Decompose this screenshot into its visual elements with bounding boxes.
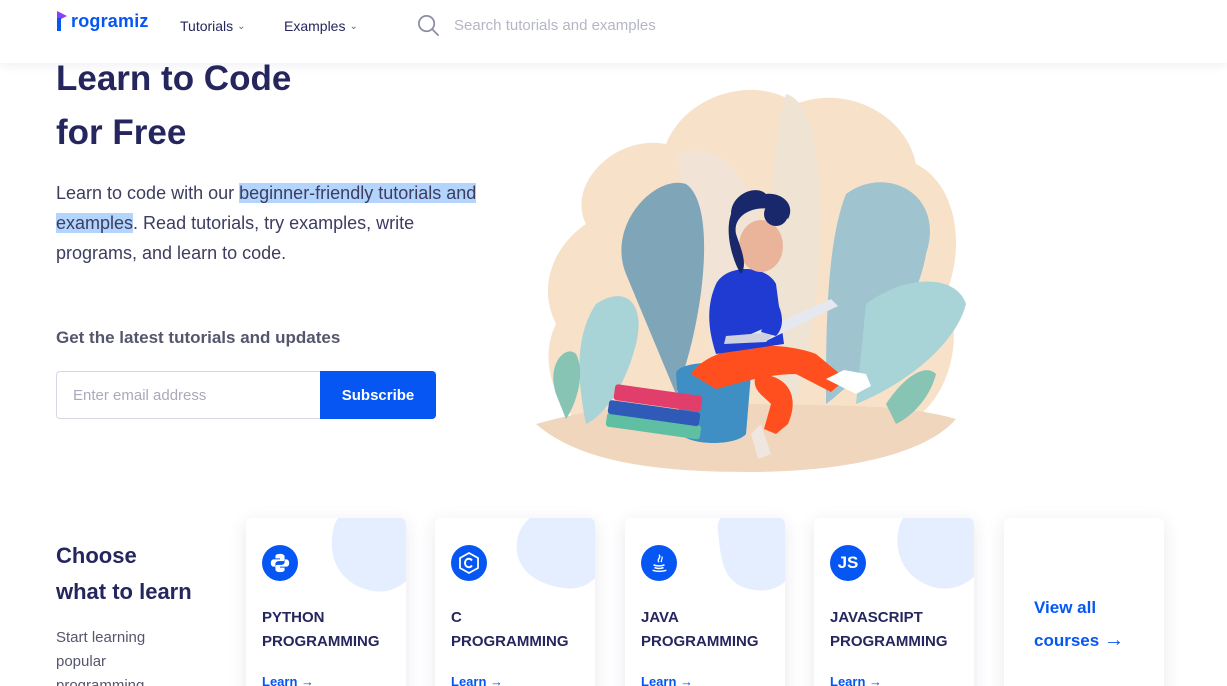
hero-title-line2: for Free (56, 113, 187, 152)
newsletter-label: Get the latest tutorials and updates (56, 328, 341, 347)
course-card-title: PYTHON PROGRAMMING (262, 606, 402, 654)
view-all-line2: courses (1034, 631, 1100, 650)
arrow-right-icon: → (490, 674, 504, 686)
course-title-line2: PROGRAMMING (641, 633, 759, 650)
hero-description: Learn to code with our beginner-friendly… (56, 178, 496, 268)
arrow-right-icon: → (680, 674, 694, 686)
logo-mark-icon (57, 11, 67, 31)
choose-title-line1: Choose (56, 543, 137, 568)
course-card-python[interactable]: PYTHON PROGRAMMING Learn → (246, 518, 406, 686)
view-all-line1: View all (1034, 598, 1097, 617)
hero-illustration (536, 89, 966, 472)
hero-desc-before: Learn to code with our (56, 183, 240, 203)
nav-examples[interactable]: Examples ⌄ (284, 18, 358, 34)
learn-link[interactable]: Learn → (830, 674, 882, 686)
view-all-courses-card[interactable]: View all courses → (1004, 518, 1164, 686)
view-all-courses-link[interactable]: View all courses → (1034, 592, 1144, 657)
logo-text: rogramiz (71, 10, 149, 31)
search-input[interactable] (454, 17, 754, 34)
chevron-down-icon: ⌄ (237, 20, 246, 32)
java-icon (641, 545, 677, 581)
search-icon[interactable] (417, 14, 440, 37)
course-title-line1: C (451, 609, 462, 626)
course-title-line2: PROGRAMMING (451, 633, 569, 650)
learn-link-label: Learn (451, 674, 487, 686)
subscribe-button[interactable]: Subscribe (320, 371, 436, 419)
course-card-java[interactable]: JAVA PROGRAMMING Learn → (625, 518, 785, 686)
course-title-line1: JAVA (641, 609, 679, 626)
course-card-javascript[interactable]: JS JAVASCRIPT PROGRAMMING Learn → (814, 518, 974, 686)
arrow-right-icon: → (1103, 629, 1124, 651)
programiz-logo[interactable]: rogramiz (56, 9, 149, 33)
course-card-c[interactable]: C PROGRAMMING Learn → (435, 518, 595, 686)
course-card-title: C PROGRAMMING (451, 606, 591, 654)
choose-section-description: Start learning popular programming (56, 629, 146, 686)
course-title-line2: PROGRAMMING (262, 633, 380, 650)
chevron-down-icon: ⌄ (349, 20, 358, 32)
top-header: rogramiz Tutorials ⌄ Examples ⌄ (0, 0, 1227, 63)
course-title-line1: JAVASCRIPT (830, 609, 923, 626)
email-field[interactable] (56, 371, 321, 419)
hero-title: Learn to Code for Free (56, 52, 476, 160)
choose-title-line2: what to learn (56, 579, 192, 604)
learn-link-label: Learn (830, 674, 866, 686)
nav-tutorials-label: Tutorials (180, 18, 234, 34)
learn-link-label: Learn (641, 674, 677, 686)
card-blob-decoration (516, 518, 595, 589)
arrow-right-icon: → (301, 674, 315, 686)
js-icon: JS (830, 545, 866, 581)
search-bar (417, 14, 754, 37)
c-icon (451, 545, 487, 581)
python-icon (262, 545, 298, 581)
card-blob-decoration (331, 518, 406, 592)
course-title-line2: PROGRAMMING (830, 633, 948, 650)
learn-link-label: Learn (262, 674, 298, 686)
learn-link[interactable]: Learn → (262, 674, 314, 686)
course-title-line1: PYTHON (262, 609, 325, 626)
learn-link[interactable]: Learn → (451, 674, 503, 686)
nav-tutorials[interactable]: Tutorials ⌄ (180, 18, 246, 34)
course-card-title: JAVASCRIPT PROGRAMMING (830, 606, 970, 654)
course-card-title: JAVA PROGRAMMING (641, 606, 781, 654)
choose-section-title: Choose what to learn (56, 538, 236, 610)
nav-examples-label: Examples (284, 18, 346, 34)
card-blob-decoration (717, 518, 785, 591)
card-blob-decoration (897, 518, 974, 589)
arrow-right-icon: → (869, 674, 883, 686)
learn-link[interactable]: Learn → (641, 674, 693, 686)
